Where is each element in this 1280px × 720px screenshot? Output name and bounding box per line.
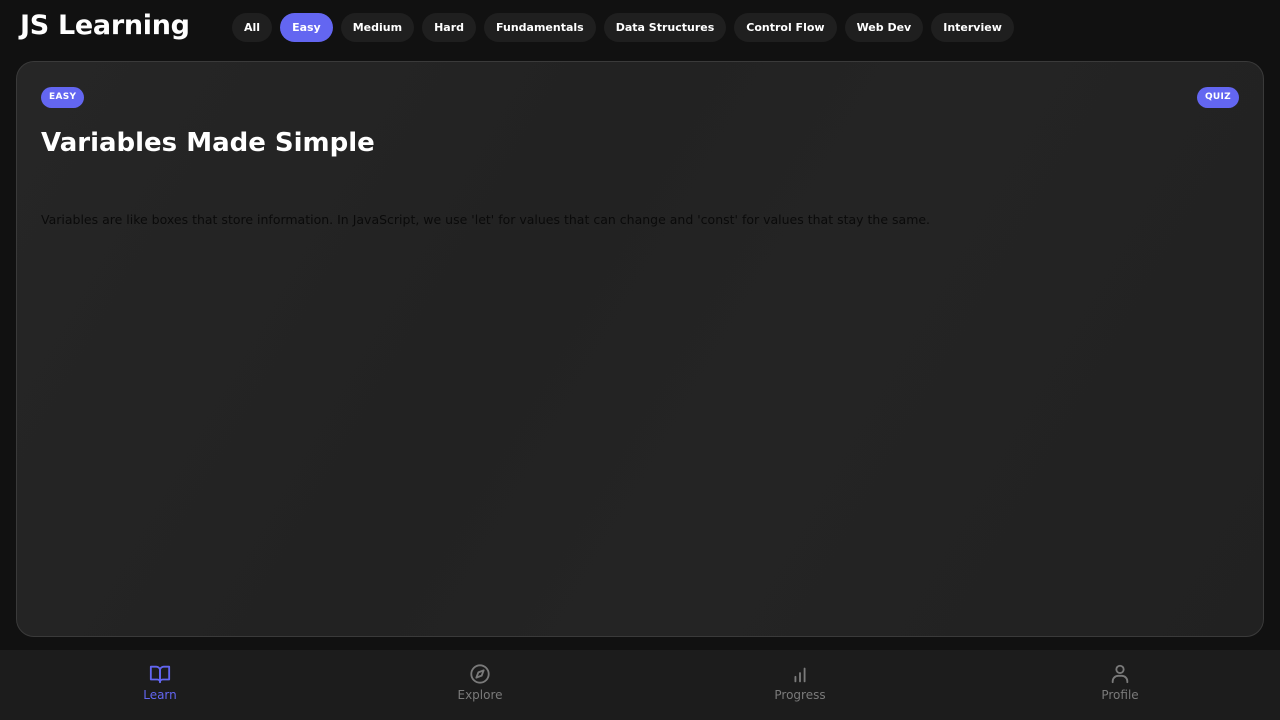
- book-icon: [149, 665, 171, 684]
- filter-chip-interview[interactable]: Interview: [931, 13, 1014, 42]
- user-icon: [1111, 664, 1129, 684]
- nav-label-profile: Profile: [1101, 688, 1139, 702]
- filter-chip-easy[interactable]: Easy: [280, 13, 333, 42]
- lesson-description: Variables are like boxes that store info…: [41, 212, 931, 227]
- top-header: JS Learning All Easy Medium Hard Fundame…: [0, 0, 1280, 56]
- nav-item-profile[interactable]: Profile: [960, 650, 1280, 720]
- filter-chip-web-dev[interactable]: Web Dev: [844, 13, 924, 42]
- type-badge: QUIZ: [1196, 87, 1239, 108]
- nav-label-explore: Explore: [457, 688, 503, 702]
- filter-chip-data-structures[interactable]: Data Structures: [603, 13, 727, 42]
- nav-label-learn: Learn: [143, 688, 177, 702]
- filter-chips: All Easy Medium Hard Fundamentals Data S…: [232, 13, 1014, 42]
- app-title: JS Learning: [20, 10, 190, 41]
- nav-item-explore[interactable]: Explore: [320, 650, 640, 720]
- filter-chip-fundamentals[interactable]: Fundamentals: [484, 13, 596, 42]
- lesson-card[interactable]: EASY QUIZ Variables Made Simple Variable…: [16, 61, 1264, 637]
- filter-chip-hard[interactable]: Hard: [422, 13, 477, 42]
- nav-item-learn[interactable]: Learn: [0, 650, 320, 720]
- nav-item-progress[interactable]: Progress: [640, 650, 960, 720]
- filter-chip-all[interactable]: All: [232, 13, 273, 42]
- bottom-nav: Learn Explore Progress Profile: [0, 650, 1280, 720]
- lesson-title: Variables Made Simple: [41, 128, 375, 158]
- compass-icon: [470, 664, 490, 684]
- filter-chip-control-flow[interactable]: Control Flow: [734, 13, 837, 42]
- filter-chip-medium[interactable]: Medium: [340, 13, 415, 42]
- nav-label-progress: Progress: [774, 688, 826, 702]
- bar-chart-icon: [794, 667, 806, 683]
- difficulty-badge: EASY: [41, 87, 85, 108]
